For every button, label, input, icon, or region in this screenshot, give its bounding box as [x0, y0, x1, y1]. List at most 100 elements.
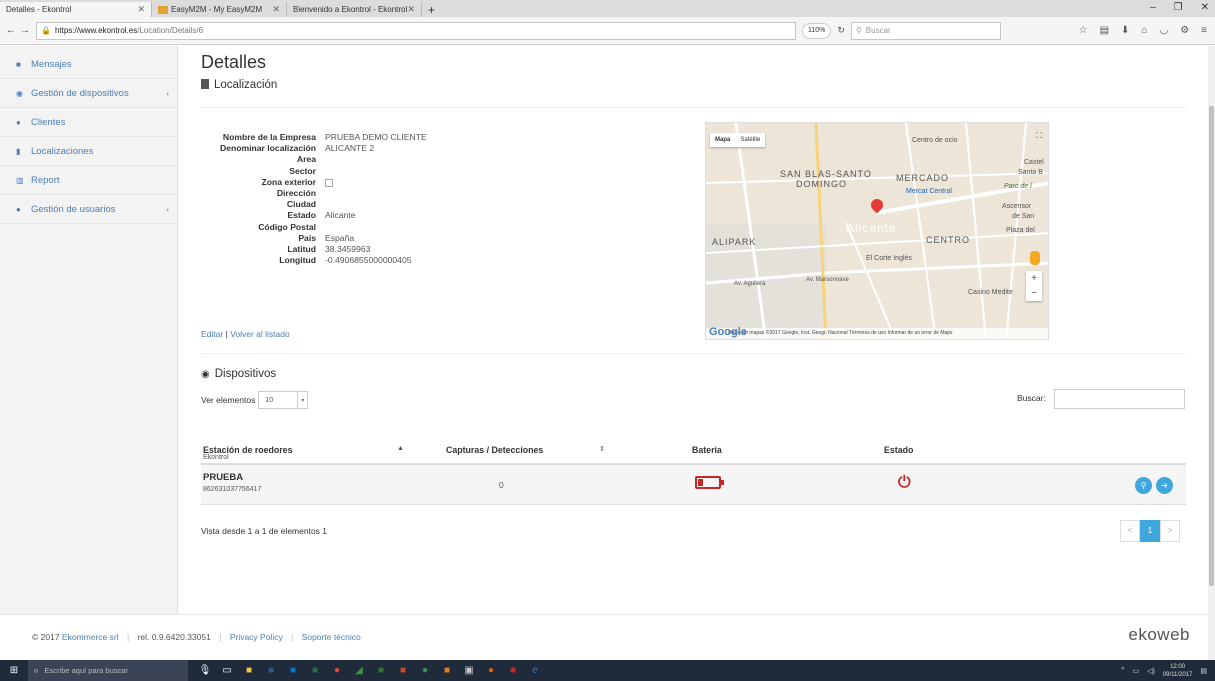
- sidebar-item-mensajes[interactable]: ■ Mensajes: [0, 50, 177, 79]
- taskbar-search-input[interactable]: ○ Escribe aquí para buscar: [28, 660, 188, 681]
- scrollbar-thumb[interactable]: [1209, 106, 1214, 586]
- zoom-level[interactable]: 110%: [802, 22, 832, 39]
- section-title-text: Localización: [214, 79, 278, 91]
- outlook-icon[interactable]: ■: [286, 664, 300, 678]
- support-link[interactable]: Soporte técnico: [302, 632, 361, 642]
- sidebar-item-clientes[interactable]: ● Clientes: [0, 108, 177, 137]
- project-icon[interactable]: ■: [374, 664, 388, 678]
- sidebar-item-gestion-dispositivos[interactable]: ◉ Gestión de dispositivos ‹: [0, 79, 177, 108]
- view-details-button[interactable]: ⚲: [1135, 477, 1152, 494]
- map-type-satellite-button[interactable]: Satélite: [735, 133, 765, 147]
- excel-icon[interactable]: ■: [308, 664, 322, 678]
- taskbar-search-placeholder: Escribe aquí para buscar: [44, 666, 128, 675]
- network-icon[interactable]: ▭: [1132, 667, 1139, 675]
- download-icon[interactable]: ⬇: [1121, 25, 1129, 36]
- map-label: Plaza del: [1006, 227, 1035, 234]
- sidebar-item-localizaciones[interactable]: ▮ Localizaciones: [0, 137, 177, 166]
- file-explorer-icon[interactable]: ■: [242, 664, 256, 678]
- firefox-icon[interactable]: ●: [484, 664, 498, 678]
- browser-tab[interactable]: Bienvenido a Ekontrol - Ekontrol ✕: [287, 2, 422, 17]
- footer-company-link[interactable]: Ekommerce srl: [62, 632, 119, 642]
- powerpoint-icon[interactable]: ■: [396, 664, 410, 678]
- maximize-icon[interactable]: ❐: [1174, 2, 1183, 13]
- app-icon[interactable]: ◢: [352, 664, 366, 678]
- chrome-icon[interactable]: ●: [330, 664, 344, 678]
- users-icon: ●: [16, 204, 21, 214]
- clock[interactable]: 12:00 09/11/2017: [1163, 663, 1193, 679]
- microphone-icon[interactable]: 🎙: [198, 664, 212, 678]
- sort-asc-icon[interactable]: ▲: [397, 445, 404, 452]
- pocket-icon[interactable]: ◡: [1159, 25, 1168, 36]
- windows-start-icon[interactable]: ⊞: [0, 665, 28, 676]
- sort-icon[interactable]: ⇕: [599, 445, 605, 453]
- go-to-device-button[interactable]: ➜: [1156, 477, 1173, 494]
- column-subheader-station: Ekontrol: [203, 454, 229, 461]
- app-icon[interactable]: ●: [418, 664, 432, 678]
- map-label: CENTRO: [926, 235, 970, 245]
- forward-icon[interactable]: →: [18, 25, 32, 36]
- zoom-out-button[interactable]: −: [1026, 286, 1042, 301]
- pagination-page-button[interactable]: 1: [1140, 520, 1160, 542]
- detail-value: PRUEBA DEMO CLIENTE: [325, 132, 427, 142]
- window-controls: – ❐ ✕: [1150, 2, 1209, 13]
- divider: [201, 107, 1186, 108]
- column-header-captures[interactable]: Capturas / Detecciones: [446, 445, 543, 455]
- photos-icon[interactable]: ▣: [462, 664, 476, 678]
- star-icon[interactable]: ☆: [1079, 25, 1088, 36]
- app-icon[interactable]: ■: [506, 664, 520, 678]
- zoom-in-button[interactable]: +: [1026, 271, 1042, 286]
- column-header-state[interactable]: Estado: [884, 445, 913, 455]
- sidebar-item-report[interactable]: ▥ Report: [0, 166, 177, 195]
- edge-icon[interactable]: e: [528, 664, 542, 678]
- link-separator: |: [225, 329, 228, 339]
- extension-icon[interactable]: ⚙: [1180, 25, 1189, 36]
- street-view-icon[interactable]: [1030, 251, 1040, 265]
- pagination-next-button[interactable]: >: [1160, 520, 1180, 542]
- envelope-icon: ■: [16, 59, 21, 69]
- sidebar: ■ Mensajes ◉ Gestión de dispositivos ‹ ●…: [0, 46, 178, 614]
- back-to-list-link[interactable]: Volver al listado: [230, 329, 290, 339]
- browser-tab-active[interactable]: Detalles - Ekontrol ✕: [0, 2, 152, 17]
- menu-icon[interactable]: ≡: [1201, 25, 1207, 36]
- notifications-icon[interactable]: ▤: [1200, 667, 1207, 675]
- browser-tab[interactable]: EasyM2M - My EasyM2M ✕: [152, 2, 287, 17]
- close-icon[interactable]: ✕: [137, 4, 145, 15]
- edit-link[interactable]: Editar: [201, 329, 223, 339]
- detail-row: Longitud -0.4906855000000405: [201, 255, 427, 266]
- task-view-icon[interactable]: ▭: [220, 664, 234, 678]
- detail-row: Latitud 38.3459963: [201, 244, 427, 255]
- fullscreen-icon[interactable]: ⛶: [1036, 131, 1042, 141]
- back-icon[interactable]: ←: [4, 25, 18, 36]
- clipboard-icon[interactable]: ▤: [1100, 25, 1109, 36]
- sidebar-item-gestion-usuarios[interactable]: ● Gestión de usuarios ‹: [0, 195, 177, 224]
- table-row[interactable]: PRUEBA 862631037756417 0 ⏻ ⚲ ➜: [201, 465, 1186, 505]
- tab-label: Detalles - Ekontrol: [6, 5, 72, 14]
- pagination-prev-button[interactable]: <: [1120, 520, 1140, 542]
- map-type-map-button[interactable]: Mapa: [710, 133, 735, 147]
- close-icon[interactable]: ✕: [407, 4, 415, 15]
- tray-chevron-icon[interactable]: ^: [1121, 667, 1124, 674]
- privacy-policy-link[interactable]: Privacy Policy: [230, 632, 283, 642]
- map-label: El Corte Inglés: [866, 255, 912, 262]
- column-header-battery[interactable]: Bateria: [692, 445, 722, 455]
- detail-label: Latitud: [287, 243, 316, 254]
- page-scrollbar[interactable]: [1208, 46, 1215, 660]
- url-bar[interactable]: 🔒 https://www.ekontrol.es /Location/Deta…: [36, 21, 796, 40]
- close-window-icon[interactable]: ✕: [1201, 2, 1209, 13]
- minimize-icon[interactable]: –: [1150, 2, 1156, 13]
- new-tab-icon[interactable]: +: [422, 3, 441, 17]
- volume-icon[interactable]: ◁): [1147, 667, 1155, 675]
- page-length-select[interactable]: 10 ▾: [258, 391, 309, 409]
- browser-search-input[interactable]: ⚲ Buscar: [850, 21, 1001, 40]
- word-icon[interactable]: ■: [264, 664, 278, 678]
- close-icon[interactable]: ✕: [272, 4, 280, 15]
- reload-icon[interactable]: ↻: [837, 25, 845, 36]
- sidebar-item-label: Gestión de dispositivos: [31, 87, 129, 99]
- location-map[interactable]: Mapa Satélite ⛶ SAN BLAS-SANTO DOMINGO M…: [705, 122, 1049, 340]
- sidebar-item-label: Gestión de usuarios: [31, 203, 116, 215]
- home-icon[interactable]: ⌂: [1141, 25, 1147, 36]
- sidebar-item-label: Report: [31, 174, 60, 186]
- app-icon[interactable]: ■: [440, 664, 454, 678]
- table-search-input[interactable]: [1054, 389, 1185, 409]
- url-host: https://www.ekontrol.es: [54, 26, 138, 35]
